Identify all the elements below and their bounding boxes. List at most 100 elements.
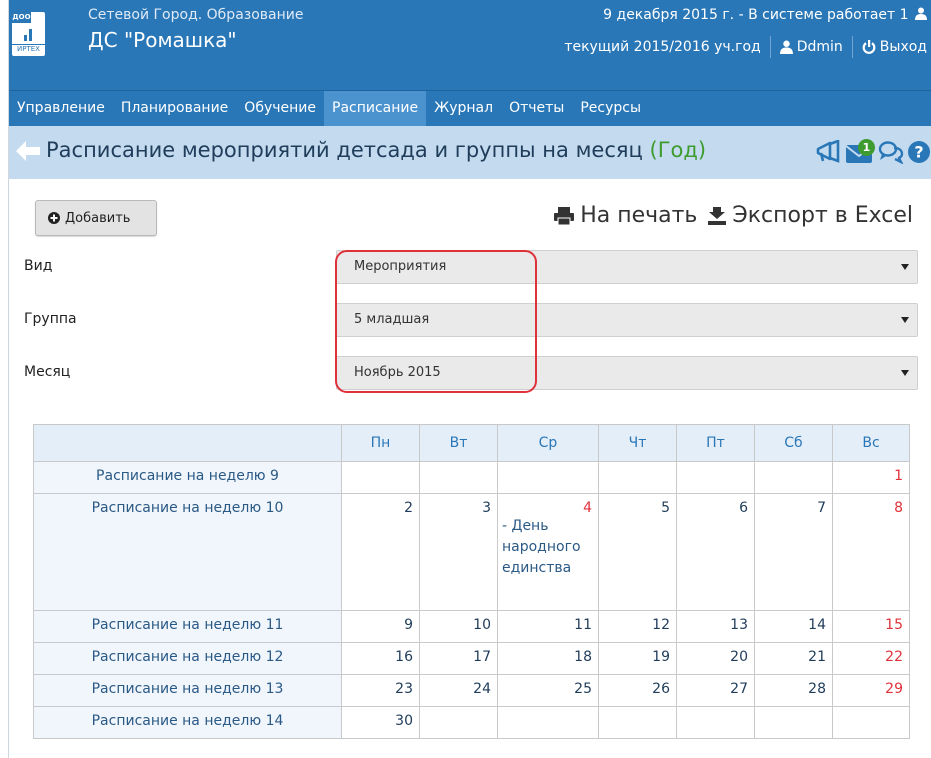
day-cell[interactable]: 12 xyxy=(598,610,677,643)
user-link[interactable]: Ddmin xyxy=(779,39,843,55)
nav-item-reports[interactable]: Отчеты xyxy=(501,91,572,126)
day-cell[interactable]: 20 xyxy=(676,642,755,675)
megaphone-icon[interactable] xyxy=(816,140,842,164)
filter-row-view: Вид Мероприятия xyxy=(24,250,918,284)
user-name: Ddmin xyxy=(796,39,843,55)
date-status-text: 9 декабря 2015 г. - В системе работает 1 xyxy=(603,7,909,23)
day-number: 1 xyxy=(894,468,903,484)
date-status: 9 декабря 2015 г. - В системе работает 1 xyxy=(603,7,927,23)
empty-day-cell xyxy=(341,461,420,494)
day-cell[interactable]: 18 xyxy=(497,642,599,675)
filter-label-view: Вид xyxy=(24,258,53,274)
week-schedule-link[interactable]: Расписание на неделю 10 xyxy=(33,493,342,611)
nav-item-planning[interactable]: Планирование xyxy=(113,91,236,126)
export-excel-link[interactable]: Экспорт в Excel xyxy=(707,203,913,228)
day-number: 21 xyxy=(808,649,826,665)
nav-item-education[interactable]: Обучение xyxy=(236,91,324,126)
day-cell[interactable]: 2 xyxy=(341,493,420,611)
day-number: 29 xyxy=(885,681,903,697)
day-number: 8 xyxy=(894,500,903,516)
group-select-value: 5 младшая xyxy=(354,312,430,327)
export-links: На печать Экспорт в Excel xyxy=(553,203,913,228)
event-text: - День xyxy=(502,518,549,534)
empty-day-cell xyxy=(497,461,599,494)
day-cell[interactable]: 10 xyxy=(419,610,498,643)
day-header: Вс xyxy=(832,424,910,462)
empty-day-cell xyxy=(598,706,677,739)
empty-day-cell xyxy=(598,461,677,494)
day-cell[interactable]: 26 xyxy=(598,674,677,707)
month-select[interactable]: Ноябрь 2015 xyxy=(336,356,918,390)
system-name: Сетевой Город. Образование xyxy=(88,7,304,23)
week-schedule-link[interactable]: Расписание на неделю 9 xyxy=(33,461,342,494)
day-cell[interactable]: 9 xyxy=(341,610,420,643)
week-schedule-link[interactable]: Расписание на неделю 11 xyxy=(33,610,342,643)
day-number: 17 xyxy=(473,649,491,665)
day-cell[interactable]: 30 xyxy=(341,706,420,739)
year-view-link[interactable]: (Год) xyxy=(650,138,707,162)
day-cell[interactable]: 3 xyxy=(419,493,498,611)
nav-item-management[interactable]: Управление xyxy=(9,91,113,126)
add-button-label: Добавить xyxy=(65,210,131,226)
day-cell[interactable]: 13 xyxy=(676,610,755,643)
day-cell[interactable]: 7 xyxy=(754,493,833,611)
divider xyxy=(769,36,771,58)
day-cell[interactable]: 4 - День народного единства xyxy=(497,493,599,611)
nav-item-resources[interactable]: Ресурсы xyxy=(572,91,649,126)
day-cell[interactable]: 27 xyxy=(676,674,755,707)
app: ДОО ИРТЕХ Сетевой Город. Образование ДС … xyxy=(9,0,931,758)
day-cell[interactable]: 29 xyxy=(832,674,910,707)
day-number: 28 xyxy=(808,681,826,697)
day-cell[interactable]: 15 xyxy=(832,610,910,643)
view-select[interactable]: Мероприятия xyxy=(336,250,918,284)
day-cell[interactable]: 1 xyxy=(832,461,910,494)
chevron-down-icon xyxy=(901,317,909,323)
day-cell[interactable]: 19 xyxy=(598,642,677,675)
day-cell[interactable]: 28 xyxy=(754,674,833,707)
day-header: Ср xyxy=(497,424,599,462)
empty-day-cell xyxy=(832,706,910,739)
empty-day-cell xyxy=(419,706,498,739)
day-cell[interactable]: 14 xyxy=(754,610,833,643)
day-number: 20 xyxy=(730,649,748,665)
day-cell[interactable]: 25 xyxy=(497,674,599,707)
day-number: 22 xyxy=(885,649,903,665)
day-cell[interactable]: 21 xyxy=(754,642,833,675)
back-button[interactable] xyxy=(16,140,40,166)
day-cell[interactable]: 16 xyxy=(341,642,420,675)
day-number: 6 xyxy=(739,500,748,516)
day-cell[interactable]: 6 xyxy=(676,493,755,611)
nav-item-journal[interactable]: Журнал xyxy=(426,91,501,126)
day-number: 27 xyxy=(730,681,748,697)
day-cell[interactable]: 8 xyxy=(832,493,910,611)
table-row: Расписание на неделю 9 1 xyxy=(33,461,910,494)
print-link[interactable]: На печать xyxy=(553,203,697,228)
app-logo[interactable]: ДОО ИРТЕХ xyxy=(12,12,45,56)
day-header: Пт xyxy=(676,424,755,462)
svg-text:?: ? xyxy=(914,143,923,162)
day-header: Пн xyxy=(341,424,420,462)
day-cell[interactable]: 11 xyxy=(497,610,599,643)
day-number: 24 xyxy=(473,681,491,697)
notification-badge: 1 xyxy=(858,139,875,156)
day-cell[interactable]: 23 xyxy=(341,674,420,707)
add-button[interactable]: Добавить xyxy=(35,200,157,236)
event-text: единства xyxy=(502,560,572,576)
help-icon[interactable]: ? xyxy=(907,140,931,164)
group-select[interactable]: 5 младшая xyxy=(336,303,918,337)
week-schedule-link[interactable]: Расписание на неделю 14 xyxy=(33,706,342,739)
chat-icon[interactable] xyxy=(878,140,904,164)
day-header: Сб xyxy=(754,424,833,462)
day-cell[interactable]: 22 xyxy=(832,642,910,675)
export-icon xyxy=(708,206,727,225)
week-schedule-link[interactable]: Расписание на неделю 12 xyxy=(33,642,342,675)
day-cell[interactable]: 17 xyxy=(419,642,498,675)
messages-button[interactable]: 1 xyxy=(845,139,875,165)
day-cell[interactable]: 24 xyxy=(419,674,498,707)
nav-item-schedule[interactable]: Расписание xyxy=(324,91,427,126)
filter-label-group: Группа xyxy=(24,311,77,327)
week-schedule-link[interactable]: Расписание на неделю 13 xyxy=(33,674,342,707)
academic-year[interactable]: текущий 2015/2016 уч.год xyxy=(564,39,760,55)
day-cell[interactable]: 5 xyxy=(598,493,677,611)
logout-button[interactable]: Выход xyxy=(862,39,927,55)
